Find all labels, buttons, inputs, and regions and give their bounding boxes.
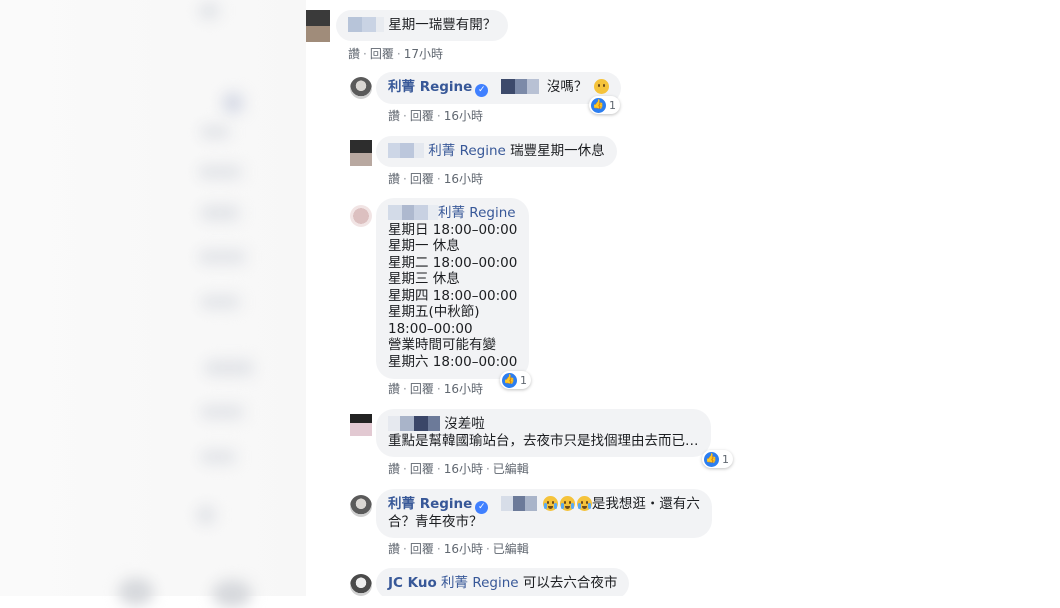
blurred-tag xyxy=(500,496,537,511)
crying-emoji-icon xyxy=(542,496,558,511)
comment-bubble: JC Kuo 利菁 Regine 可以去六合夜市 xyxy=(376,568,630,596)
author-name[interactable]: 利菁 Regine xyxy=(388,496,472,512)
blurred-tag xyxy=(500,79,539,94)
reaction-count[interactable]: 👍 1 xyxy=(500,371,531,389)
avatar[interactable] xyxy=(350,205,372,227)
hours-line: 星期一 休息 xyxy=(388,238,460,254)
comment-bubble: 星期一瑞豐有開？ xyxy=(336,10,509,41)
author-name[interactable]: 利菁 Regine xyxy=(388,79,472,95)
hours-line: 星期四 18:00–00:00 xyxy=(388,287,518,304)
blurred-left-panel xyxy=(0,0,306,608)
reaction-count[interactable]: 👍 1 xyxy=(702,450,733,468)
crying-emoji-icon xyxy=(576,496,592,511)
comment-text-line2: 重點是幫韓國瑜站台，去夜市只是找個理由去而已… xyxy=(388,433,699,449)
like-link[interactable]: 讚 xyxy=(388,542,400,556)
comment-text-line2: 合？青年夜市？ xyxy=(388,514,483,530)
comment-bubble: 利菁 Regine ✓ 沒嗎？ xyxy=(376,72,621,104)
edited-label[interactable]: 已編輯 xyxy=(493,542,529,556)
blurred-username xyxy=(388,416,440,431)
avatar[interactable] xyxy=(350,77,372,99)
comment-actions: 讚 · 回覆 · 16小時 xyxy=(388,172,483,186)
avatar[interactable] xyxy=(306,10,330,42)
avatar[interactable] xyxy=(350,140,372,166)
mention-tag[interactable]: 利菁 Regine xyxy=(441,575,519,591)
mention-tag[interactable]: 利菁 Regine xyxy=(428,143,506,159)
author-name[interactable]: JC Kuo xyxy=(388,575,437,591)
blurred-right-panel xyxy=(785,0,1060,596)
timestamp[interactable]: 16小時 xyxy=(444,542,483,556)
comment-actions: 讚 · 回覆 · 16小時 xyxy=(388,382,483,396)
reply-link[interactable]: 回覆 xyxy=(410,109,434,123)
hours-line: 星期三 休息 xyxy=(388,271,460,287)
reply-link[interactable]: 回覆 xyxy=(370,47,394,61)
mention-tag[interactable]: 利菁 Regine xyxy=(438,205,516,221)
reply-link[interactable]: 回覆 xyxy=(410,172,434,186)
comment-text: 可以去六合夜市 xyxy=(522,575,618,591)
comment-bubble: 利菁 Regine 瑞豐星期一休息 xyxy=(376,136,617,167)
like-link[interactable]: 讚 xyxy=(388,382,400,396)
avatar[interactable] xyxy=(350,574,372,596)
comment-text-line1: 沒差啦 xyxy=(444,416,485,432)
like-reaction-icon: 👍 xyxy=(591,97,606,113)
edited-label[interactable]: 已編輯 xyxy=(493,462,529,476)
timestamp[interactable]: 16小時 xyxy=(444,382,483,396)
hours-line: 星期二 18:00–00:00 xyxy=(388,254,518,271)
like-reaction-icon: 👍 xyxy=(502,372,517,388)
comment-bubble: 沒差啦 重點是幫韓國瑜站台，去夜市只是找個理由去而已… xyxy=(376,409,711,457)
reply-link[interactable]: 回覆 xyxy=(410,542,434,556)
comment-thread: 星期一瑞豐有開？ 讚 · 回覆 · 17小時 利菁 Regine ✓ 沒嗎？ 👍 1 讚 ·… xyxy=(306,0,786,596)
comment-actions: 讚 · 回覆 · 17小時 xyxy=(348,47,443,61)
avatar[interactable] xyxy=(350,414,372,436)
blurred-username xyxy=(388,205,438,220)
timestamp[interactable]: 16小時 xyxy=(444,109,483,123)
timestamp[interactable]: 16小時 xyxy=(444,172,483,186)
hours-line: 18:00–00:00 xyxy=(388,320,473,337)
hours-line: 營業時間可能有變 xyxy=(388,337,496,353)
reply-link[interactable]: 回覆 xyxy=(410,462,434,476)
crying-emoji-icon xyxy=(559,496,575,511)
blurred-username xyxy=(388,143,424,158)
verified-badge-icon: ✓ xyxy=(475,84,489,97)
hours-line: 星期五(中秋節) xyxy=(388,304,480,320)
comment-bubble: 利菁 Regine ✓ 是我想逛・還有六 合？青年夜市？ xyxy=(376,489,712,538)
like-link[interactable]: 讚 xyxy=(388,172,400,186)
blurred-username xyxy=(348,17,384,32)
comment-text: 沒嗎？ xyxy=(546,79,588,95)
comment-actions: 讚 · 回覆 · 16小時 · 已編輯 xyxy=(388,542,529,556)
timestamp[interactable]: 17小時 xyxy=(404,47,443,61)
timestamp[interactable]: 16小時 xyxy=(444,462,483,476)
like-link[interactable]: 讚 xyxy=(388,462,400,476)
comment-text: 星期一瑞豐有開？ xyxy=(388,17,497,33)
comment-text-line1: 是我想逛・還有六 xyxy=(591,496,700,512)
verified-badge-icon: ✓ xyxy=(475,501,489,514)
like-reaction-icon: 👍 xyxy=(704,451,719,467)
comment-actions: 讚 · 回覆 · 16小時 · 已編輯 xyxy=(388,462,529,476)
like-link[interactable]: 讚 xyxy=(388,109,400,123)
comment-bubble: 利菁 Regine 星期日 18:00–00:00 星期一 休息 星期二 18:… xyxy=(376,198,530,379)
sad-emoji-icon xyxy=(593,79,609,94)
comment-text: 瑞豐星期一休息 xyxy=(510,143,605,159)
reply-link[interactable]: 回覆 xyxy=(410,382,434,396)
like-link[interactable]: 讚 xyxy=(348,47,360,61)
hours-line: 星期六 18:00–00:00 xyxy=(388,353,518,370)
comment-actions: 讚 · 回覆 · 16小時 xyxy=(388,109,483,123)
reaction-count[interactable]: 👍 1 xyxy=(589,96,620,114)
hours-line: 星期日 18:00–00:00 xyxy=(388,221,518,238)
avatar[interactable] xyxy=(350,495,372,517)
